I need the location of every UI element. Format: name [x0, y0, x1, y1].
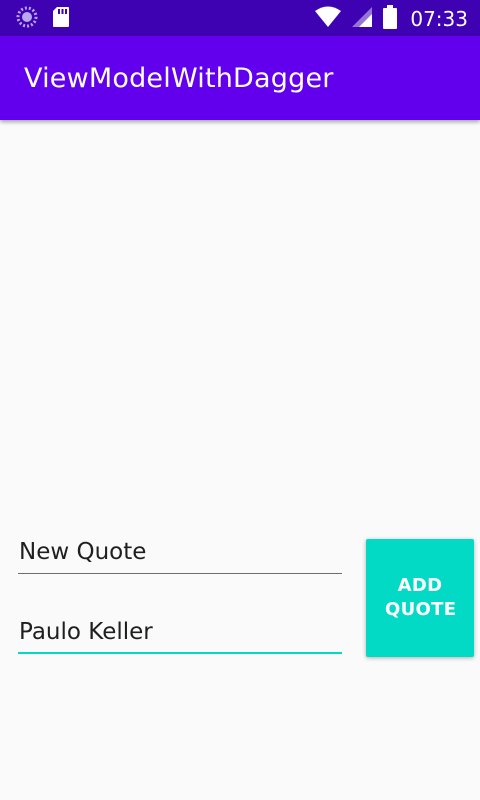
loading-spinner-icon: [16, 6, 38, 32]
app-title: ViewModelWithDagger: [24, 63, 334, 94]
status-bar: 07:33: [0, 0, 480, 36]
add-quote-button-label: ADD QUOTE: [385, 575, 457, 620]
add-quote-button[interactable]: ADD QUOTE: [366, 539, 474, 657]
author-input[interactable]: Paulo Keller: [18, 617, 342, 654]
status-time: 07:33: [410, 7, 468, 31]
quote-input-text[interactable]: New Quote: [18, 537, 342, 567]
status-left-icons: [16, 6, 70, 32]
wifi-icon: [314, 6, 342, 32]
battery-icon: [382, 5, 398, 33]
app-bar: ViewModelWithDagger: [0, 36, 480, 120]
sd-card-icon: [52, 6, 70, 32]
status-right-icons: 07:33: [314, 5, 468, 33]
cell-signal-icon: [350, 5, 374, 33]
quote-input-underline: [18, 573, 342, 574]
quote-input[interactable]: New Quote: [18, 537, 342, 574]
author-input-underline: [18, 652, 342, 654]
author-input-text[interactable]: Paulo Keller: [18, 617, 342, 647]
